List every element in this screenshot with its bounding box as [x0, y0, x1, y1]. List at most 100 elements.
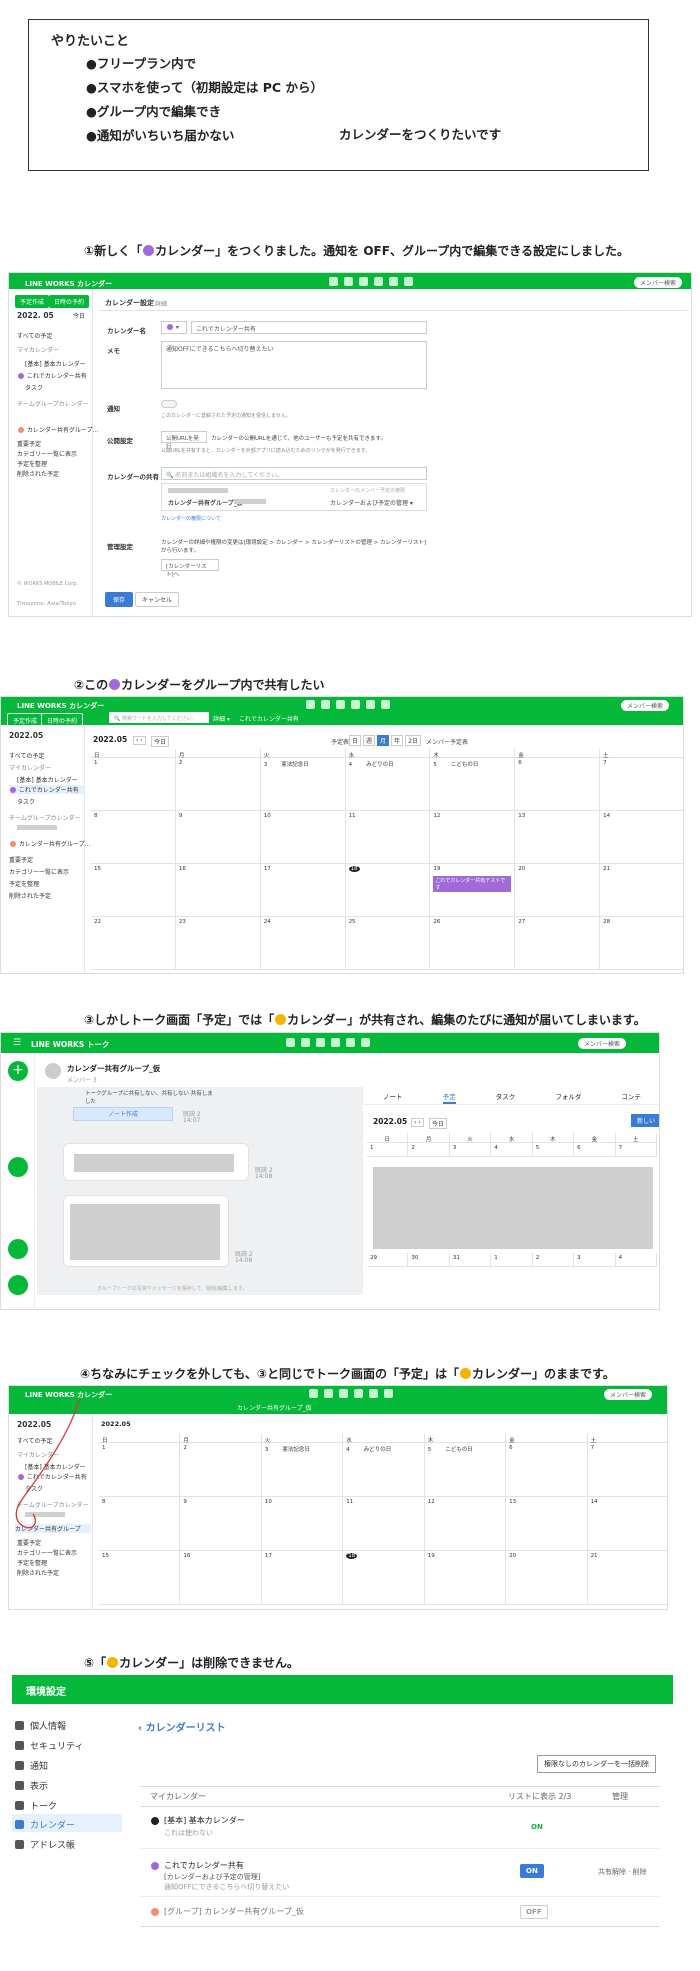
calendar-cell[interactable]: 1: [91, 758, 176, 811]
calendar-cell[interactable]: 18: [345, 864, 431, 917]
calendar-cell[interactable]: 4: [491, 1143, 533, 1157]
today-button[interactable]: 今日: [151, 736, 170, 747]
calendar-cell[interactable]: 7: [615, 1143, 657, 1157]
sidebar-item-important[interactable]: 重要予定: [17, 439, 41, 448]
bot-icon[interactable]: [8, 1239, 28, 1259]
calendar-cell[interactable]: 2: [408, 1143, 450, 1157]
sidebar-item-shared[interactable]: これでカレンダー共有: [9, 785, 85, 794]
sidebar-item-task[interactable]: タスク: [17, 797, 35, 806]
sidebar-item-group[interactable]: カレンダー共有グループ...: [17, 425, 98, 434]
save-button[interactable]: 保存: [105, 592, 134, 607]
calendar-cell[interactable]: 23: [175, 917, 261, 970]
share-permission-select[interactable]: カレンダーおよび予定の管理 ▾: [330, 498, 413, 507]
calendar-cell[interactable]: 19 これでカレンダー共有テストです: [430, 864, 516, 917]
calendar-cell[interactable]: 1: [367, 1143, 409, 1157]
calendar-cell[interactable]: 20: [515, 864, 601, 917]
calendar-cell[interactable]: 15: [91, 864, 176, 917]
apps-icon[interactable]: [384, 1389, 393, 1398]
event-bar[interactable]: これでカレンダー共有テストです: [433, 876, 512, 892]
calendar-cell[interactable]: 3: [449, 1143, 492, 1157]
menu-icon[interactable]: ☰: [13, 1038, 21, 1048]
current-calendar-tab[interactable]: カレンダー共有グループ_仮: [237, 1403, 312, 1412]
note-icon[interactable]: [374, 277, 383, 286]
talk-icon[interactable]: [324, 1389, 333, 1398]
calendar-cell[interactable]: 5: [532, 1143, 575, 1157]
calendar-cell[interactable]: 16: [175, 864, 261, 917]
calendar-cell[interactable]: 25: [345, 917, 431, 970]
calendar-cell[interactable]: 26: [430, 917, 516, 970]
calendar-cell[interactable]: 6: [506, 1443, 588, 1497]
tab-schedule[interactable]: 予定: [442, 1087, 456, 1104]
calendar-cell[interactable]: 28: [600, 917, 683, 970]
calendar-cell[interactable]: 5 こどもの日: [424, 1443, 507, 1497]
calendar-cell[interactable]: 13: [515, 811, 601, 864]
new-event-button[interactable]: 予定作成: [15, 295, 50, 308]
calendar-cell[interactable]: 12: [430, 811, 516, 864]
tab-note[interactable]: ノート: [383, 1087, 403, 1104]
calendar-cell[interactable]: 3 憲法記念日: [261, 1443, 344, 1497]
calendar-cell[interactable]: 2: [532, 1253, 575, 1267]
calendar-cell[interactable]: 12: [424, 1497, 507, 1551]
talk-icon[interactable]: [344, 277, 353, 286]
today-button[interactable]: 今日: [73, 311, 85, 320]
calendar-cell[interactable]: 27: [515, 917, 601, 970]
apps-icon[interactable]: [361, 1038, 370, 1047]
search-detail-button[interactable]: 詳細 ▾: [213, 714, 230, 723]
calendar-cell[interactable]: 1: [491, 1253, 533, 1267]
manage-links[interactable]: 共有解除 · 削除: [598, 1867, 647, 1877]
contacts-icon[interactable]: [366, 700, 375, 709]
menu-personal[interactable]: 個人情報: [15, 1719, 66, 1732]
sidebar-item-category[interactable]: カテゴリー一覧に表示: [17, 1548, 77, 1557]
calendar-cell[interactable]: 4 みどりの日: [343, 1443, 425, 1497]
calendar-cell[interactable]: 2: [180, 1443, 262, 1497]
calendar-cell[interactable]: 6: [515, 758, 601, 811]
view-day[interactable]: 日: [349, 735, 362, 746]
home-icon[interactable]: [306, 700, 315, 709]
calendar-cell[interactable]: 7: [600, 758, 683, 811]
calendar-cell[interactable]: 14: [587, 1497, 667, 1551]
calendar-cell[interactable]: 16: [180, 1551, 262, 1605]
memo-textarea[interactable]: 通知OFFにできるこちらへ切り替えたい: [161, 341, 427, 389]
calendar-cell[interactable]: 30: [408, 1253, 450, 1267]
calendar-cell[interactable]: 18: [343, 1551, 425, 1605]
calendar-cell[interactable]: 7: [587, 1443, 667, 1497]
home-icon[interactable]: [309, 1389, 318, 1398]
cancel-button[interactable]: キャンセル: [135, 592, 180, 607]
talk-icon[interactable]: [301, 1038, 310, 1047]
calendar-cell[interactable]: 21: [587, 1551, 667, 1605]
calendar-cell[interactable]: 4 みどりの日: [345, 758, 431, 811]
calendar-cell[interactable]: 6: [574, 1143, 616, 1157]
sidebar-item-deleted[interactable]: 削除された予定: [17, 1568, 59, 1577]
create-note-button[interactable]: ノート作成: [73, 1107, 173, 1121]
talk-icon[interactable]: [321, 700, 330, 709]
note-icon[interactable]: [354, 1389, 363, 1398]
tab-folder[interactable]: フォルダ: [555, 1087, 581, 1104]
calendar-cell[interactable]: 4: [615, 1253, 657, 1267]
new-schedule-button[interactable]: 新しい: [631, 1114, 659, 1127]
menu-security[interactable]: セキュリティ: [15, 1739, 83, 1752]
calendar-cell[interactable]: 9: [175, 811, 261, 864]
menu-talk[interactable]: トーク: [15, 1799, 57, 1812]
sidebar-item-category[interactable]: カテゴリー一覧に表示: [9, 867, 69, 876]
calendar-cell[interactable]: 2: [175, 758, 261, 811]
event-search-input[interactable]: 🔍 検索ワードを入力してください。: [109, 712, 209, 723]
calendar-cell[interactable]: 17: [261, 1551, 344, 1605]
sidebar-item-group[interactable]: カレンダー共有グループ...: [9, 839, 90, 848]
sidebar-item-important[interactable]: 重要予定: [9, 855, 33, 864]
chat-icon[interactable]: [8, 1157, 28, 1177]
sidebar-item-task[interactable]: タスク: [25, 383, 43, 392]
calendar-cell[interactable]: 13: [506, 1497, 588, 1551]
calendar-cell[interactable]: 8: [91, 811, 176, 864]
calendar-cell[interactable]: 22: [91, 917, 176, 970]
calendar-icon[interactable]: [316, 1038, 325, 1047]
member-search[interactable]: メンバー検索: [634, 277, 683, 288]
menu-notify[interactable]: 通知: [15, 1759, 48, 1772]
view-month[interactable]: 月: [377, 735, 390, 746]
home-icon[interactable]: [286, 1038, 295, 1047]
show-toggle[interactable]: ON: [526, 1821, 548, 1833]
tab-task[interactable]: タスク: [496, 1087, 516, 1104]
show-toggle[interactable]: OFF: [520, 1905, 548, 1919]
menu-calendar[interactable]: カレンダー: [15, 1818, 75, 1831]
apps-icon[interactable]: [381, 700, 390, 709]
calendar-cell[interactable]: 17: [260, 864, 346, 917]
